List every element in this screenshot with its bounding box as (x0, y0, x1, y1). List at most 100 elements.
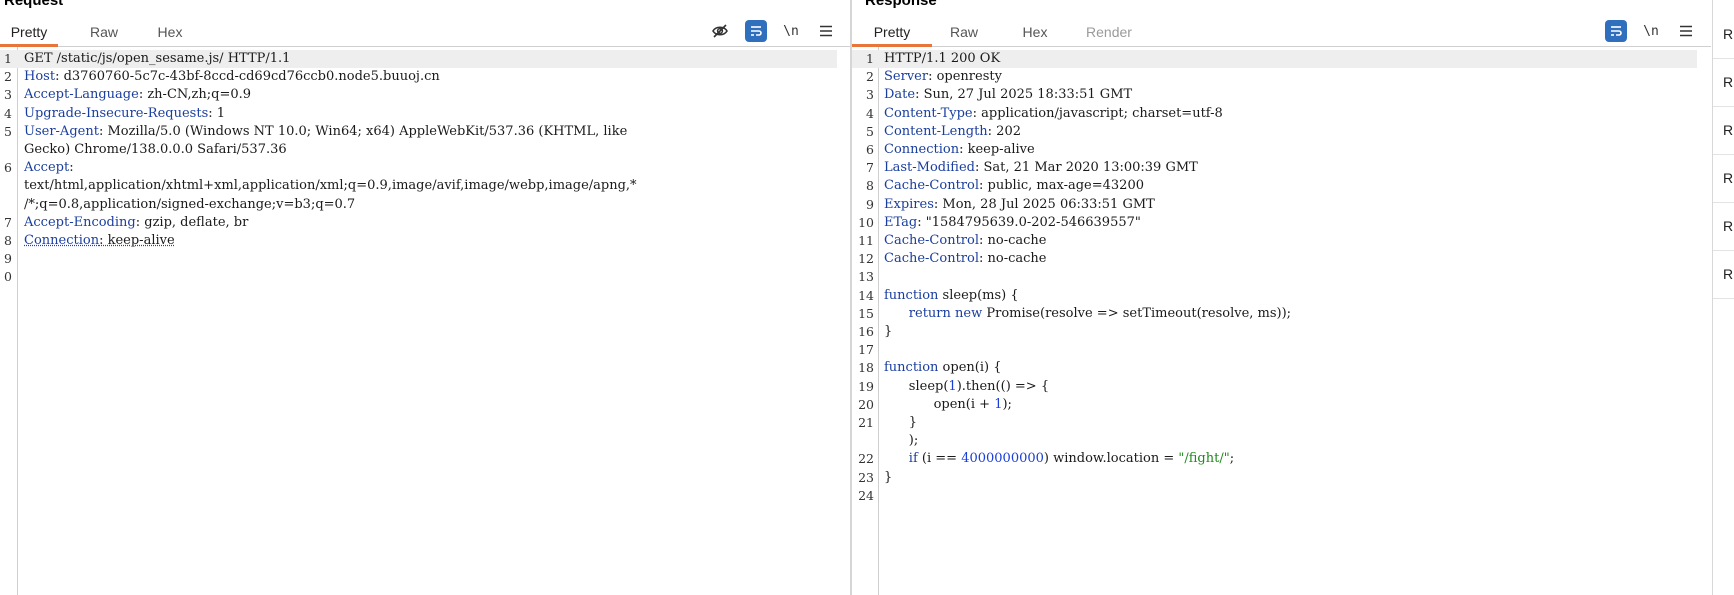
line-text: open(i + 1); (884, 396, 1012, 414)
line-text: } (884, 469, 892, 487)
code-token: Cache-Control (884, 251, 980, 267)
line-text: Expires: Mon, 28 Jul 2025 06:33:51 GMT (884, 196, 1155, 214)
code-token: : public, max-age=43200 (979, 178, 1144, 194)
code-token: GET /static/js/open_sesame.js/ HTTP/1.1 (24, 51, 291, 66)
line-number: 8 (866, 178, 874, 194)
request-pane: Request Pretty Raw Hex \n 1 GET /static/j… (0, 0, 851, 595)
code-token: } (884, 324, 893, 339)
code-line: 14 function sleep(ms) { (852, 287, 1697, 305)
code-line: 6 Accept: (0, 159, 837, 177)
hide-nonprintable-icon[interactable] (709, 20, 731, 42)
tab-hex[interactable]: Hex (152, 18, 188, 46)
code-token: ); (1002, 396, 1012, 412)
line-number: 2 (4, 69, 12, 85)
line-number: 24 (858, 487, 874, 503)
code-token: Cache-Control (884, 178, 980, 194)
line-number: 22 (858, 451, 874, 467)
tab-pretty[interactable]: Pretty (852, 18, 932, 47)
request-title: Request (4, 0, 64, 9)
wrap-lines-icon[interactable] (1605, 20, 1627, 42)
line-text: sleep(1).then(() => { (884, 378, 1049, 396)
line-text: User-Agent: Mozilla/5.0 (Windows NT 10.0… (24, 123, 627, 141)
side-item[interactable]: R (1713, 154, 1734, 203)
code-token: : d3760760-5c7c-43bf-8ccd-cd69cd76ccb0.n… (55, 69, 440, 85)
line-number: 14 (858, 287, 874, 303)
line-number: 17 (858, 342, 874, 358)
line-number: 5 (866, 123, 874, 139)
code-token: /*;q=0.8,application/signed-exchange;v=b… (24, 196, 356, 212)
code-line: 3 Date: Sun, 27 Jul 2025 18:33:51 GMT (852, 86, 1697, 104)
code-token: : gzip, deflate, br (135, 214, 249, 230)
line-number: 23 (858, 469, 874, 485)
code-line: Gecko) Chrome/138.0.0.0 Safari/537.36 (0, 141, 837, 159)
line-text: Cache-Control: no-cache (884, 232, 1047, 250)
code-token: : 1 (208, 105, 226, 121)
tab-hex[interactable]: Hex (1017, 18, 1053, 46)
side-item[interactable]: R (1713, 250, 1734, 299)
line-text: Content-Length: 202 (884, 123, 1021, 141)
line-number: 9 (866, 196, 874, 212)
line-text: Date: Sun, 27 Jul 2025 18:33:51 GMT (884, 86, 1132, 104)
line-number: 6 (866, 142, 874, 157)
line-number: 8 (4, 233, 12, 248)
line-text: Cache-Control: public, max-age=43200 (884, 177, 1144, 195)
code-token: : zh-CN,zh;q=0.9 (138, 87, 252, 103)
code-token: : 202 (987, 123, 1021, 139)
line-text: text/html,application/xhtml+xml,applicat… (24, 177, 637, 195)
line-number: 1 (866, 51, 874, 66)
code-token: : "1584795639.0-202-546639557" (917, 214, 1141, 230)
newline-toggle[interactable]: \n (780, 20, 802, 42)
code-token: : (69, 160, 74, 176)
line-number: 19 (858, 378, 874, 394)
side-item[interactable]: R (1713, 10, 1734, 59)
request-editor[interactable]: 1 GET /static/js/open_sesame.js/ HTTP/1.1… (0, 50, 851, 595)
code-line: 4 Upgrade-Insecure-Requests: 1 (0, 105, 837, 123)
line-text: Last-Modified: Sat, 21 Mar 2020 13:00:39… (884, 159, 1198, 177)
code-line: 19 sleep(1).then(() => { (852, 378, 1697, 396)
code-line: 16} (852, 323, 1697, 341)
side-item[interactable]: R (1713, 202, 1734, 251)
line-text: GET /static/js/open_sesame.js/ HTTP/1.1 (24, 50, 290, 68)
line-text: Connection: keep-alive (24, 232, 175, 250)
code-token: new (955, 305, 983, 321)
code-token: : keep-alive (99, 233, 175, 248)
code-token: ); (884, 433, 919, 449)
code-line: 4 Content-Type: application/javascript; c… (852, 105, 1697, 123)
code-line: 9 Expires: Mon, 28 Jul 2025 06:33:51 GMT (852, 196, 1697, 214)
code-line: 3 Accept-Language: zh-CN,zh;q=0.9 (0, 86, 837, 104)
tab-raw[interactable]: Raw (84, 18, 124, 46)
response-editor[interactable]: 1 HTTP/1.1 200 OK 2 Server: openresty 3 Date:… (852, 50, 1711, 595)
line-number: 11 (858, 233, 874, 248)
code-line: 21 } (852, 414, 1697, 432)
code-token: Content-Length (884, 123, 988, 139)
code-line: 9 (0, 250, 837, 268)
code-token: : no-cache (979, 251, 1047, 267)
code-token: ETag (884, 214, 918, 230)
tab-raw[interactable]: Raw (944, 18, 984, 46)
tab-pretty[interactable]: Pretty (0, 18, 58, 47)
line-text: function sleep(ms) { (884, 287, 1019, 305)
code-token: : Mozilla/5.0 (Windows NT 10.0; Win64; x… (98, 123, 628, 139)
tab-render[interactable]: Render (1081, 18, 1137, 46)
menu-icon[interactable] (1675, 20, 1697, 42)
code-token: open(i + (884, 396, 995, 412)
line-text: Content-Type: application/javascript; ch… (884, 105, 1223, 123)
wrap-lines-icon[interactable] (745, 20, 767, 42)
menu-icon[interactable] (815, 20, 837, 42)
code-line: 7 Accept-Encoding: gzip, deflate, br (0, 214, 837, 232)
code-token: (i == (917, 451, 962, 467)
code-line: 7 Last-Modified: Sat, 21 Mar 2020 13:00:3… (852, 159, 1697, 177)
code-token: : Sat, 21 Mar 2020 13:00:39 GMT (974, 160, 1198, 176)
newline-label: \n (1643, 23, 1659, 39)
newline-toggle[interactable]: \n (1640, 20, 1662, 42)
code-token: Server (884, 69, 929, 85)
code-token: "/fight/" (1178, 451, 1230, 467)
side-item[interactable]: R (1713, 106, 1734, 155)
side-item[interactable]: R (1713, 58, 1734, 107)
code-token: ; (1229, 451, 1235, 467)
code-token: sleep( (884, 378, 949, 394)
code-token: 4000000000 (961, 451, 1044, 467)
line-number: 4 (866, 105, 874, 121)
